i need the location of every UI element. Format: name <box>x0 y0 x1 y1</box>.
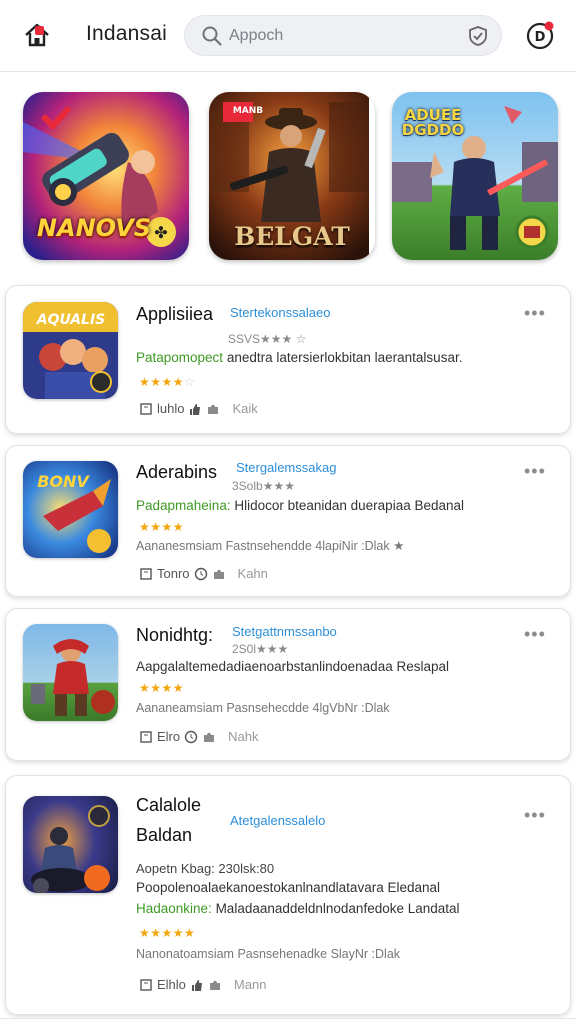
app-icon <box>23 796 118 893</box>
author-name: Kahn <box>237 566 268 581</box>
like-icon[interactable] <box>188 402 202 416</box>
app-description: Padapmaheina: Hlidocor bteanidan duerapi… <box>136 498 465 513</box>
star-rating: ★★★★★ <box>139 926 196 940</box>
svg-text:BONV: BONV <box>37 472 90 491</box>
profile-notification-icon: D <box>526 21 554 50</box>
puzzle-icon[interactable] <box>202 730 216 744</box>
app-title: Nonidhtg: <box>136 625 214 645</box>
app-description-line-2: Hadaonkine: Maladaanaddeldnlnodanfedoke … <box>136 901 460 916</box>
app-description: Poopolenoalaekanoestokanlnandlatavara El… <box>136 880 440 895</box>
app-meta: 2S0l★★★ <box>232 642 289 656</box>
app-icon <box>23 624 118 721</box>
app-meta: 3Solb★★★ <box>232 479 295 493</box>
puzzle-icon[interactable] <box>208 978 222 992</box>
more-options-button[interactable]: ••• <box>524 304 548 322</box>
featured-game-tile-3[interactable]: ADUEE DGDDO <box>392 92 558 260</box>
app-title: Calalole Baldan <box>136 795 202 845</box>
divider <box>0 1018 576 1019</box>
app-footer: Elro Nahk <box>139 729 258 744</box>
app-footer: luhlo Kaik <box>139 401 258 416</box>
svg-text:AQUALIS: AQUALIS <box>36 312 106 328</box>
footer-label: Tonro <box>157 566 190 581</box>
app-title: Aderabins <box>136 462 218 482</box>
app-footer: Elhlo Mann <box>139 977 266 992</box>
more-options-button[interactable]: ••• <box>524 462 548 480</box>
footer-label: Elro <box>157 729 181 744</box>
app-title: Indansai <box>86 22 167 45</box>
app-title: Applisiiea <box>136 304 214 324</box>
app-description: Aapgalaltemedadiaenoarbstanlindoenadaa R… <box>136 659 449 674</box>
app-list-item[interactable]: Nonidhtg: Stetgattnmssanbo 2S0l★★★ ••• A… <box>5 608 571 761</box>
app-icon: AQUALIS <box>23 302 118 399</box>
featured-game-tile-1[interactable]: ✤ NANOVS <box>23 92 189 260</box>
more-options-button[interactable]: ••• <box>524 806 548 824</box>
star-rating: ★★★★ <box>139 520 185 534</box>
author-name: Mann <box>233 977 267 992</box>
search-bar[interactable] <box>184 15 502 56</box>
app-secondary-description: Aananeamsiam Pasnsehecdde 4lgVbNr :Dlak <box>136 701 390 715</box>
app-list-item[interactable]: BONV Aderabins Stergalemssakag 3Solb★★★ … <box>5 445 571 597</box>
app-list-item[interactable]: Calalole Baldan Atetgalenssalelo ••• Aope… <box>5 775 571 1015</box>
more-options-button[interactable]: ••• <box>524 625 548 643</box>
search-icon <box>202 26 222 46</box>
footer-label: Elhlo <box>157 977 186 992</box>
app-meta: Aopetn Kbag: 230lsk:80 <box>136 861 275 876</box>
footer-label: luhlo <box>157 401 185 416</box>
author-name: Kaik <box>232 401 258 416</box>
app-description: Patapomopect anedtra latersierlokbitan l… <box>136 350 463 365</box>
app-publisher[interactable]: Stergalemssakag <box>236 460 336 475</box>
author-name: Nahk <box>228 729 259 744</box>
home-icon <box>25 23 49 47</box>
shield-icon[interactable] <box>467 25 489 47</box>
app-publisher[interactable]: Atetgalenssalelo <box>230 813 325 828</box>
featured-title-3: ADUEE DGDDO <box>401 106 465 139</box>
like-icon[interactable] <box>190 978 204 992</box>
featured-title-1: NANOVS <box>36 214 152 242</box>
profile-button[interactable]: D <box>524 19 556 51</box>
top-app-bar: Indansai D <box>0 0 576 72</box>
app-icon: BONV <box>23 461 118 558</box>
featured-title-2: BELGAT <box>234 222 350 251</box>
bookmark-icon[interactable] <box>139 567 153 581</box>
app-footer: Tonro Kahn <box>139 566 268 581</box>
featured-badge-2: MANB <box>232 106 264 116</box>
clock-icon[interactable] <box>184 730 198 744</box>
app-meta: SSVS★★★ ☆ <box>228 332 307 346</box>
bookmark-icon[interactable] <box>139 978 153 992</box>
svg-text:D: D <box>535 30 546 45</box>
app-publisher[interactable]: Stetgattnmssanbo <box>232 624 337 639</box>
puzzle-icon[interactable] <box>212 567 226 581</box>
app-secondary-description: Aananesmsiam Fastnsehendde 4lapiNir :Dla… <box>136 539 405 553</box>
app-secondary-description: Nanonatoamsiam Pasnsehenadke SlayNr :Dla… <box>136 947 401 961</box>
clock-icon[interactable] <box>194 567 208 581</box>
bookmark-icon[interactable] <box>139 730 153 744</box>
home-button[interactable] <box>22 20 52 50</box>
app-publisher[interactable]: Stertekonssalaeo <box>230 305 330 320</box>
bookmark-icon[interactable] <box>139 402 153 416</box>
search-input[interactable] <box>229 25 449 47</box>
app-list-item[interactable]: AQUALIS Applisiiea Stertekonssalaeo SSVS… <box>5 285 571 434</box>
star-rating: ★★★★☆ <box>139 375 196 389</box>
puzzle-icon[interactable] <box>206 402 220 416</box>
star-rating: ★★★★ <box>139 681 185 695</box>
featured-game-tile-2[interactable]: MANB BELGAT <box>209 92 375 260</box>
